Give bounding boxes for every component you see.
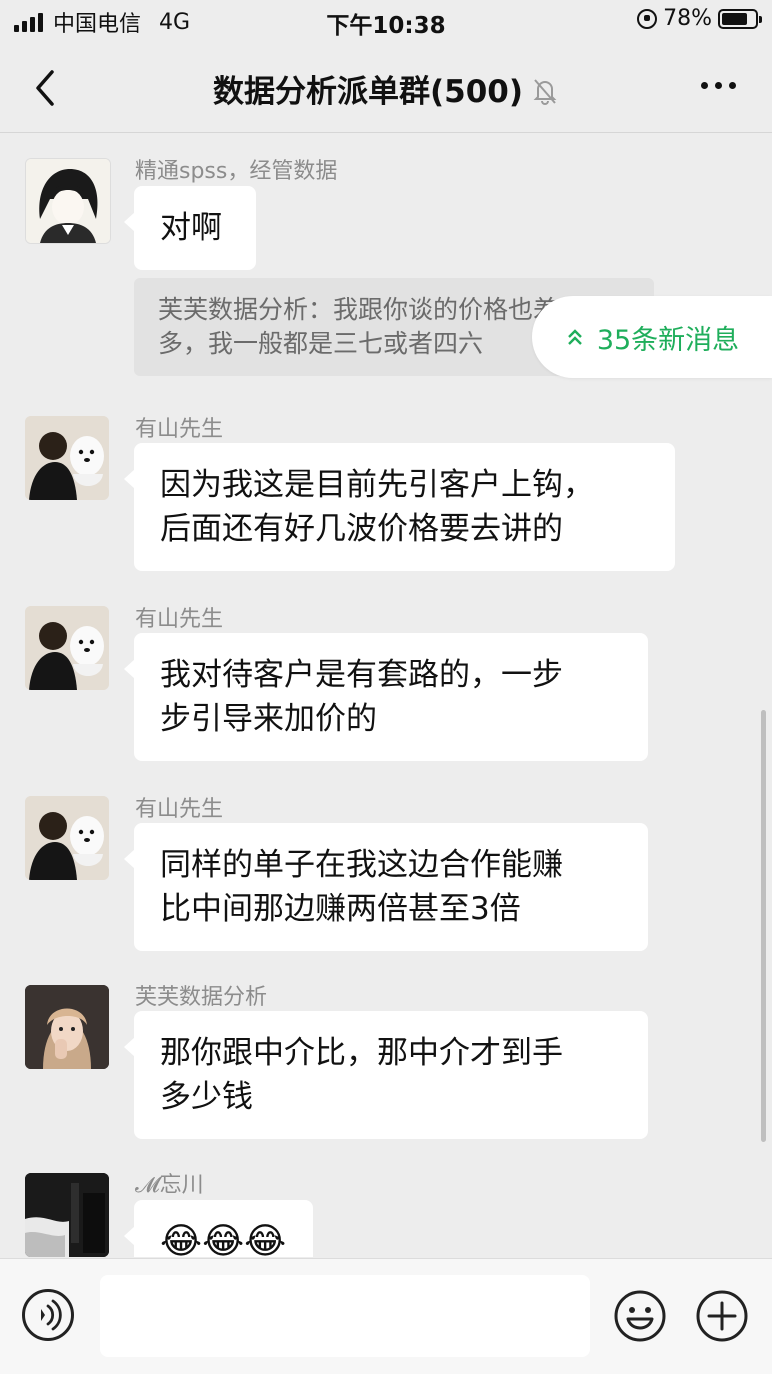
avatar-photo [25,796,109,880]
emoji-button[interactable] [613,1289,667,1343]
message-line: 同样的单子在我这边合作能赚 [160,847,563,883]
message-line: 那你跟中介比，那中介才到手 [160,1035,563,1071]
sender-name: 芙芙数据分析 [135,985,268,1010]
sender-name: 有山先生 [135,417,224,442]
new-messages-banner[interactable]: 35条新消息 [532,296,772,378]
new-messages-label: 35条新消息 [596,324,740,356]
message-line: 后面还有好几波价格要去讲的 [160,511,563,547]
message-line: 我对待客户是有套路的，一步 [160,657,563,693]
battery-icon [718,8,762,29]
bell-muted-icon [533,78,557,105]
more-dots-icon [701,82,708,89]
message-bubble[interactable]: 同样的单子在我这边合作能赚 比中间那边赚两倍甚至3倍 [124,823,648,951]
message-line: 步引导来加价的 [160,701,377,737]
status-bar: 中国电信 4G 下午10:38 78% [0,0,772,44]
message-input[interactable] [100,1275,590,1357]
plus-icon [696,1290,748,1342]
sender-name: 有山先生 [135,607,224,632]
message-list[interactable]: 精通spss，经管数据 对啊 芙芙数据分析：我跟你谈的价格也差不多，我一般都是三… [0,133,772,1257]
double-chevron-up-icon [567,329,582,345]
sender-name: 有山先生 [135,797,224,822]
avatar[interactable] [25,606,109,690]
avatar[interactable] [25,416,109,500]
rotation-lock-icon [637,8,658,29]
chat-title: 数据分析派单群(500) [212,74,524,110]
avatar[interactable] [25,158,111,244]
scrollbar[interactable] [761,710,766,1142]
avatar[interactable] [25,796,109,880]
chat-header: 数据分析派单群(500) [0,44,772,133]
avatar-photo [25,1173,109,1257]
avatar-photo [25,985,109,1069]
more-button[interactable] [701,82,736,89]
message-bubble[interactable]: 对啊 [124,186,256,270]
message-line: 因为我这是目前先引客户上钩， [160,467,594,503]
emoji-icon [614,1290,666,1342]
sender-name: 𝓜忘川 [135,1173,204,1198]
input-bar [0,1258,772,1374]
status-right: 78% [637,6,762,31]
more-functions-button[interactable] [695,1289,749,1343]
message-bubble[interactable]: 因为我这是目前先引客户上钩， 后面还有好几波价格要去讲的 [124,443,675,571]
chat-title-wrap: 数据分析派单群(500) [0,66,772,111]
avatar-photo [25,606,109,690]
message-line: 多少钱 [160,1079,253,1115]
avatar[interactable] [25,985,109,1069]
avatar-photo [25,416,109,500]
message-bubble[interactable]: 我对待客户是有套路的，一步 步引导来加价的 [124,633,648,761]
message-line: 比中间那边赚两倍甚至3倍 [160,891,521,927]
avatar-illustration [26,159,110,243]
battery-percent: 78% [663,6,712,31]
voice-button[interactable] [22,1289,74,1341]
message-bubble[interactable]: 😂😂😂 [124,1200,313,1257]
message-bubble[interactable]: 那你跟中介比，那中介才到手 多少钱 [124,1011,648,1139]
sender-name: 精通spss，经管数据 [135,159,338,184]
voice-icon [41,1299,62,1331]
avatar[interactable] [25,1173,109,1257]
